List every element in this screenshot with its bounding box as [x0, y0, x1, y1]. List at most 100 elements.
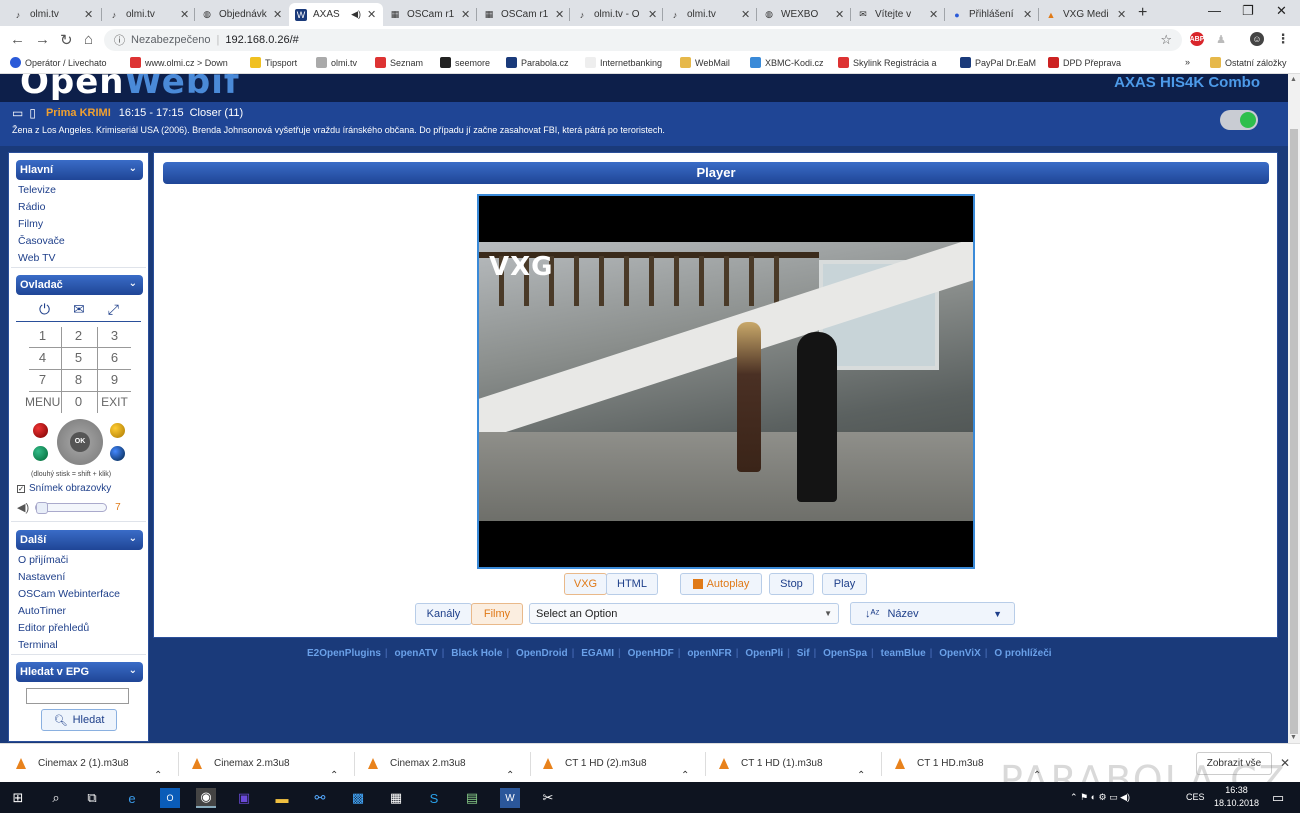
remote-key-7[interactable]: 7	[25, 369, 60, 391]
audio-playing-icon[interactable]: ◀)	[351, 9, 361, 20]
current-channel[interactable]: Prima KRIMI	[46, 107, 111, 119]
sidebar-item-about[interactable]: O přijímači	[18, 554, 68, 566]
back-arrow-icon[interactable]: ←	[10, 31, 25, 48]
browser-tab[interactable]: ▲ VXG Medi ✕	[1039, 3, 1133, 26]
home-icon[interactable]: ⌂	[84, 31, 93, 48]
remote-key-8[interactable]: 8	[61, 369, 96, 391]
speaker-icon[interactable]: ◀)	[17, 501, 29, 514]
footer-link[interactable]: E2OpenPlugins	[307, 648, 381, 659]
browser-tab[interactable]: ◍ WEXBO ✕	[757, 3, 851, 26]
network-app-icon[interactable]: ⚯	[310, 788, 330, 808]
tab-channels[interactable]: Kanály	[415, 603, 472, 625]
browser-tab[interactable]: ▦ OSCam r1 ✕	[477, 3, 571, 26]
footer-link[interactable]: Sif	[797, 648, 810, 659]
extension-icon[interactable]: ♟	[1214, 32, 1228, 46]
browser-tab[interactable]: ● Přihlášení ✕	[945, 3, 1039, 26]
edge-icon[interactable]: e	[122, 788, 142, 808]
mobile-icon[interactable]: ▯	[29, 106, 36, 120]
word-icon[interactable]: W	[500, 788, 520, 808]
browser-tab[interactable]: ♪ olmi.tv ✕	[102, 3, 196, 26]
sidebar-item-terminal[interactable]: Terminal	[18, 639, 58, 651]
close-tab-icon[interactable]: ✕	[555, 8, 565, 21]
close-tab-icon[interactable]: ✕	[929, 8, 939, 21]
chrome-icon[interactable]: ◉	[196, 788, 216, 808]
bookmark-item[interactable]: olmi.tv	[316, 57, 357, 68]
tray-icons[interactable]: ⌃ ⚑ ◐ ⚙ ▭ ◀)	[1070, 792, 1130, 803]
video-player[interactable]: VXG	[477, 194, 975, 569]
profile-avatar[interactable]: ☺	[1250, 32, 1264, 46]
remote-key-5[interactable]: 5	[61, 347, 96, 369]
sidebar-item-webtv[interactable]: Web TV	[18, 252, 56, 264]
file-explorer-icon[interactable]: ▬	[272, 788, 292, 808]
minimize-window-icon[interactable]: —	[1208, 3, 1221, 18]
close-tab-icon[interactable]: ✕	[648, 8, 658, 21]
calculator-icon[interactable]: ▦	[386, 788, 406, 808]
footer-link[interactable]: openNFR	[687, 648, 731, 659]
sort-select[interactable]: ↓ᴬᶻ Název ▼	[850, 602, 1015, 625]
outlook-icon[interactable]: O	[160, 788, 180, 808]
bookmark-item[interactable]: WebMail	[680, 57, 730, 68]
footer-link[interactable]: OpenPli	[745, 648, 783, 659]
notifications-icon[interactable]: ▭	[1268, 788, 1288, 808]
input-language[interactable]: CES	[1186, 792, 1205, 802]
close-tab-icon[interactable]: ✕	[180, 8, 190, 21]
yellow-button[interactable]	[110, 423, 125, 438]
tab-movies[interactable]: Filmy	[471, 603, 523, 625]
media-select[interactable]: Select an Option ▼	[529, 603, 839, 624]
sidebar-item-radio[interactable]: Rádio	[18, 201, 45, 213]
sidebar-item-tv[interactable]: Televize	[18, 184, 56, 196]
footer-link[interactable]: OpenHDF	[628, 648, 674, 659]
browser-menu-icon[interactable]: ⋮	[1276, 31, 1290, 46]
bookmark-item[interactable]: DPD Přeprava	[1048, 57, 1121, 68]
dpad[interactable]: OK	[57, 419, 103, 465]
search-icon[interactable]: ⌕	[46, 788, 66, 808]
remote-key-9[interactable]: 9	[97, 369, 132, 391]
remote-key-0[interactable]: 0	[61, 391, 96, 413]
bookmark-item[interactable]: Tipsport	[250, 57, 297, 68]
remote-key-menu[interactable]: MENU	[25, 391, 60, 413]
other-bookmarks-folder[interactable]: Ostatní záložky	[1210, 57, 1287, 68]
close-tab-icon[interactable]: ✕	[741, 8, 751, 21]
bookmark-item[interactable]: seemore	[440, 57, 490, 68]
bookmark-item[interactable]: Operátor / Livechato	[10, 57, 107, 68]
bookmark-item[interactable]: PayPal Dr.EaM	[960, 57, 1036, 68]
close-tab-icon[interactable]: ✕	[1023, 8, 1033, 21]
sidebar-item-movies[interactable]: Filmy	[18, 218, 43, 230]
browser-tab[interactable]: ♪ olmi.tv ✕	[6, 3, 100, 26]
system-clock[interactable]: 16:38 18.10.2018	[1214, 784, 1259, 810]
power-icon[interactable]: ⏻	[39, 301, 50, 318]
download-item[interactable]: CT 1 HD.m3u8	[895, 744, 984, 783]
bookmark-item[interactable]: Internetbanking	[585, 57, 662, 68]
close-tab-icon[interactable]: ✕	[367, 8, 377, 21]
checkbox-checked-icon[interactable]: ✓	[17, 484, 25, 493]
play-button[interactable]: Play	[822, 573, 867, 595]
info-icon[interactable]: ⓘ	[114, 32, 125, 48]
remote-key-2[interactable]: 2	[61, 325, 96, 347]
address-bar[interactable]: ⓘ Nezabezpečeno | 192.168.0.26/# ☆	[104, 29, 1182, 51]
browser-tab[interactable]: ✉ Vítejte v ✕	[851, 3, 945, 26]
volume-slider[interactable]	[35, 502, 108, 514]
close-window-icon[interactable]: ✕	[1276, 3, 1287, 19]
bookmark-item[interactable]: Parabola.cz	[506, 57, 569, 68]
bookmark-item[interactable]: Seznam	[375, 57, 423, 68]
footer-link[interactable]: OpenSpa	[823, 648, 867, 659]
ok-button[interactable]: OK	[70, 432, 90, 452]
section-header-more[interactable]: Další ⌄	[16, 530, 143, 550]
task-view-icon[interactable]: ⧉	[82, 788, 102, 808]
close-tab-icon[interactable]: ✕	[84, 8, 94, 21]
adblock-icon[interactable]: ABP	[1190, 32, 1204, 46]
remote-key-exit[interactable]: EXIT	[97, 391, 132, 413]
bookmark-star-icon[interactable]: ☆	[1160, 32, 1172, 48]
skype-icon[interactable]: S	[424, 788, 444, 808]
download-item[interactable]: Cinemax 2 (1).m3u8	[16, 744, 129, 783]
close-tab-icon[interactable]: ✕	[1117, 8, 1127, 21]
photos-icon[interactable]: ▤	[462, 788, 482, 808]
footer-link[interactable]: openATV	[395, 648, 438, 659]
screenshot-checkbox[interactable]: ✓ Snímek obrazovky	[17, 483, 111, 494]
browser-tab-active[interactable]: W AXAS ◀) ✕	[289, 3, 383, 26]
download-item[interactable]: Cinemax 2.m3u8	[368, 744, 466, 783]
download-item[interactable]: CT 1 HD (2).m3u8	[543, 744, 647, 783]
windows-start-icon[interactable]: ⊞	[8, 788, 28, 808]
green-button[interactable]	[33, 446, 48, 461]
theme-toggle[interactable]	[1220, 110, 1258, 130]
